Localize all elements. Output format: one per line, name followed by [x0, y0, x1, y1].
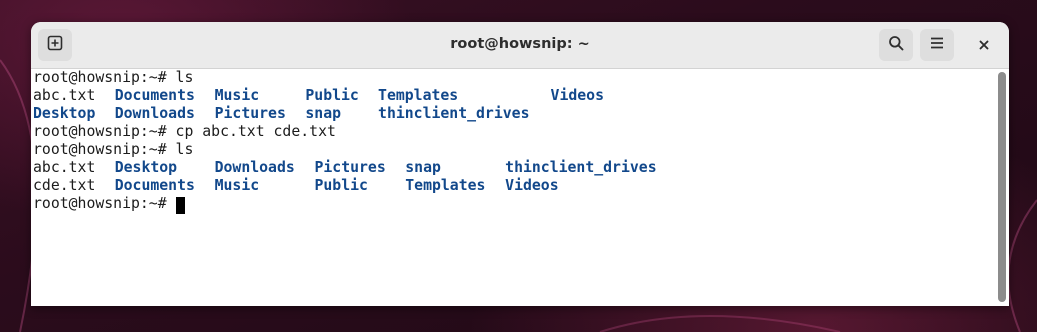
directory-entry: Templates	[378, 87, 459, 104]
directory-entry: Desktop	[114, 159, 178, 176]
directory-entry: Downloads	[114, 105, 195, 122]
directory-entry: Music	[214, 177, 260, 194]
directory-entry: Videos	[505, 177, 559, 194]
directory-entry: Pictures	[314, 159, 386, 176]
hamburger-menu-icon	[929, 35, 945, 55]
directory-entry: thinclient_drives	[378, 105, 530, 122]
window-headerbar[interactable]: root@howsnip: ~	[31, 22, 1009, 69]
terminal-line: root@howsnip:~# ls	[33, 141, 993, 159]
window-title: root@howsnip: ~	[450, 36, 590, 52]
file-entry: abc.txt	[33, 159, 96, 176]
terminal-line: abc.txt Documents Music Public Templates Vide…	[33, 87, 993, 105]
terminal-text: root@howsnip:~# ls	[33, 69, 194, 86]
file-entry: abc.txt	[33, 87, 96, 104]
directory-entry: Music	[214, 87, 260, 104]
directory-entry: thinclient_drives	[505, 159, 657, 176]
terminal-window: root@howsnip: ~ root@howsnip:~# ls abc.t…	[31, 22, 1009, 306]
directory-entry: Downloads	[214, 159, 295, 176]
terminal-text: root@howsnip:~# ls	[33, 141, 194, 158]
file-entry: cde.txt	[33, 177, 96, 194]
directory-entry: Public	[305, 87, 359, 104]
directory-entry: Documents	[114, 177, 195, 194]
directory-entry: Public	[314, 177, 368, 194]
directory-entry: Videos	[550, 87, 604, 104]
directory-entry: Desktop	[33, 105, 96, 122]
terminal-text: root@howsnip:~# cp abc.txt cde.txt	[33, 123, 336, 140]
search-icon	[888, 35, 904, 55]
terminal-text: root@howsnip:~#	[33, 195, 167, 212]
scrollbar-thumb[interactable]	[998, 72, 1006, 302]
terminal-line: Desktop Downloads Pictures snap thinclient_d…	[33, 105, 993, 123]
terminal-line: root@howsnip:~# cp abc.txt cde.txt	[33, 123, 993, 141]
directory-entry: Templates	[405, 177, 486, 194]
main-menu-button[interactable]	[920, 29, 954, 61]
terminal-line: root@howsnip:~# ls	[33, 69, 993, 87]
terminal-line: root@howsnip:~#	[33, 195, 993, 213]
search-button[interactable]	[879, 29, 913, 61]
terminal-line: cde.txt Documents Music Public Templates Vide…	[33, 177, 993, 195]
directory-entry: snap	[305, 105, 342, 122]
directory-entry: snap	[405, 159, 441, 176]
directory-entry: Documents	[114, 87, 195, 104]
directory-entry: Pictures	[214, 105, 286, 122]
terminal-scrollbar[interactable]	[996, 69, 1009, 306]
terminal-output[interactable]: root@howsnip:~# ls abc.txt Documents Music P…	[31, 69, 996, 306]
close-window-button[interactable]	[972, 33, 996, 57]
close-icon	[978, 36, 990, 55]
terminal-line: abc.txt Desktop Downloads Pictures snap thinc…	[33, 159, 993, 177]
